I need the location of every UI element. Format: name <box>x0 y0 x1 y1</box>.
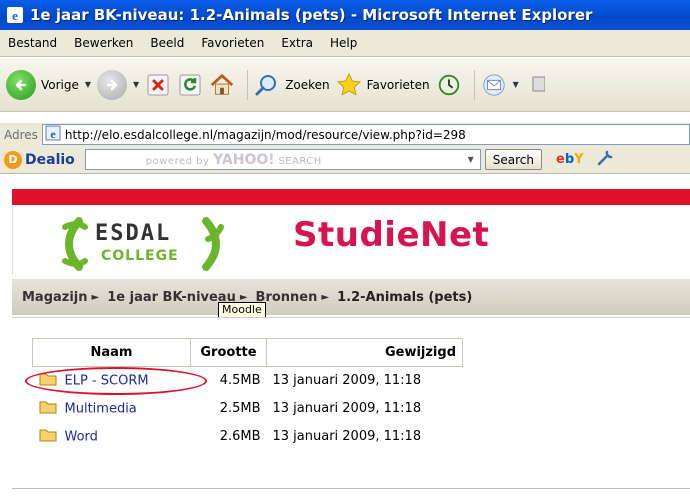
yahoo-placeholder: powered by YAHOO! SEARCH <box>146 152 322 168</box>
breadcrumb-course[interactable]: 1e jaar BK-niveau <box>107 290 236 305</box>
file-size: 2.5MB <box>219 401 261 416</box>
page-icon: e <box>45 125 61 144</box>
file-size: 2.6MB <box>219 429 261 444</box>
yahoo-search-button[interactable]: Search <box>484 149 543 170</box>
menu-help[interactable]: Help <box>322 36 366 50</box>
breadcrumb: Magazijn ► 1e jaar BK-niveau ► Bronnen ►… <box>12 279 690 315</box>
page-content: ESDAL COLLEGE StudieNet Magazijn ► 1e ja… <box>0 174 690 503</box>
stop-icon <box>145 72 171 98</box>
file-name-cell: Multimedia <box>33 395 191 423</box>
title-bar: e 1e jaar BK-niveau: 1.2-Animals (pets) … <box>0 0 690 30</box>
chevron-down-icon[interactable]: ▼ <box>513 80 519 89</box>
breadcrumb-arrow-icon: ► <box>321 291 330 303</box>
address-bar: Adres e http://elo.esdalcollege.nl/magaz… <box>0 122 690 146</box>
site-header: ESDAL COLLEGE StudieNet <box>12 205 690 275</box>
breadcrumb-magazijn[interactable]: Magazijn <box>22 290 88 305</box>
table-row: Word 2.6MB 13 januari 2009, 11:18 <box>33 423 463 451</box>
wrench-icon[interactable] <box>596 149 614 170</box>
moodle-tooltip: Moodle <box>218 302 266 318</box>
site-name: StudieNet <box>293 215 490 255</box>
print-icon <box>525 72 551 98</box>
file-modified: 13 januari 2009, 11:18 <box>272 401 422 416</box>
table-row: ELP - SCORM 4.5MB 13 januari 2009, 11:18 <box>33 367 463 395</box>
svg-text:e: e <box>12 8 18 23</box>
address-label: Adres <box>4 127 38 142</box>
search-label: Zoeken <box>285 77 330 92</box>
chevron-down-icon[interactable]: ▼ <box>85 80 91 89</box>
footer-divider <box>12 488 690 489</box>
logo-line1: ESDAL <box>95 221 172 246</box>
file-link[interactable]: ELP - SCORM <box>65 373 149 388</box>
esdal-college-logo[interactable]: ESDAL COLLEGE <box>51 215 241 273</box>
file-link[interactable]: Multimedia <box>65 401 137 416</box>
file-modified: 13 januari 2009, 11:18 <box>272 429 422 444</box>
chevron-down-icon[interactable]: ▼ <box>133 80 139 89</box>
mail-button[interactable]: ▼ <box>481 72 519 98</box>
favorites-button[interactable]: Favorieten <box>336 72 430 98</box>
star-icon <box>336 72 362 98</box>
address-url: http://elo.esdalcollege.nl/magazijn/mod/… <box>64 127 466 142</box>
yahoo-logo: YAHOO! <box>213 151 275 168</box>
dealio-brand[interactable]: D Dealio <box>4 150 75 169</box>
table-header-row: Naam Grootte Gewijzigd <box>32 338 463 367</box>
yahoo-search-text: SEARCH <box>278 155 322 167</box>
toolbar-separator <box>473 69 475 100</box>
file-modified: 13 januari 2009, 11:18 <box>272 373 422 389</box>
forward-button[interactable]: ▼ <box>97 69 139 100</box>
forward-arrow-icon <box>97 69 128 100</box>
menu-favorieten[interactable]: Favorieten <box>193 36 273 50</box>
menu-bewerken[interactable]: Bewerken <box>66 36 142 50</box>
refresh-button[interactable] <box>177 72 203 98</box>
back-label: Vorige <box>41 77 79 92</box>
column-header-name[interactable]: Naam <box>32 338 191 367</box>
home-button[interactable] <box>209 72 235 98</box>
favorites-label: Favorieten <box>366 77 430 92</box>
mail-icon <box>481 72 507 98</box>
home-icon <box>209 72 235 98</box>
menu-bar: Bestand Bewerken Beeld Favorieten Extra … <box>0 30 690 57</box>
breadcrumb-arrow-icon: ► <box>91 291 100 303</box>
files-table: Naam Grootte Gewijzigd ELP - SCORM 4.5MB… <box>32 338 463 451</box>
print-button[interactable] <box>525 72 551 98</box>
back-arrow-icon <box>6 69 36 100</box>
site-red-bar <box>12 189 690 205</box>
back-button[interactable]: Vorige ▼ <box>6 69 91 100</box>
ebay-button[interactable]: ebY <box>556 152 584 167</box>
column-header-size[interactable]: Grootte <box>190 338 267 367</box>
column-header-modified[interactable]: Gewijzigd <box>266 338 463 367</box>
content-divider <box>12 317 690 318</box>
refresh-icon <box>177 72 203 98</box>
toolbar: Vorige ▼ ▼ Zoeken Favorieten ▼ <box>0 58 690 112</box>
yahoo-search-input[interactable]: powered by YAHOO! SEARCH ▼ <box>84 149 481 170</box>
file-name-cell: ELP - SCORM <box>33 367 191 395</box>
magnifier-icon <box>254 72 280 98</box>
chevron-down-icon[interactable]: ▼ <box>468 155 474 164</box>
stop-button[interactable] <box>145 72 171 98</box>
table-row: Multimedia 2.5MB 13 januari 2009, 11:18 <box>33 395 463 423</box>
toolbar-separator <box>247 69 249 100</box>
folder-icon[interactable] <box>39 372 57 390</box>
svg-text:e: e <box>50 127 56 141</box>
menu-bestand[interactable]: Bestand <box>0 36 66 50</box>
menu-extra[interactable]: Extra <box>273 36 322 50</box>
file-name-cell: Word <box>33 423 191 451</box>
ie-icon: e <box>6 6 24 24</box>
logo-line2: COLLEGE <box>101 248 179 264</box>
menu-beeld[interactable]: Beeld <box>142 36 193 50</box>
dealio-label: Dealio <box>25 151 75 168</box>
file-link[interactable]: Word <box>65 429 98 444</box>
history-button[interactable] <box>436 72 462 98</box>
file-size: 4.5MB <box>219 373 261 389</box>
folder-icon[interactable] <box>39 400 57 418</box>
dealio-toolbar: D Dealio powered by YAHOO! SEARCH ▼ Sear… <box>0 146 690 174</box>
history-icon <box>436 72 462 98</box>
window-title: 1e jaar BK-niveau: 1.2-Animals (pets) - … <box>30 6 593 24</box>
address-input[interactable]: e http://elo.esdalcollege.nl/magazijn/mo… <box>41 124 690 145</box>
breadcrumb-current: 1.2-Animals (pets) <box>337 289 473 305</box>
dealio-logo-icon: D <box>4 150 22 169</box>
search-button[interactable]: Zoeken <box>254 72 330 98</box>
powered-by-text: powered by <box>145 155 210 167</box>
breadcrumb-arrow-icon: ► <box>239 291 248 303</box>
folder-icon[interactable] <box>39 428 57 446</box>
